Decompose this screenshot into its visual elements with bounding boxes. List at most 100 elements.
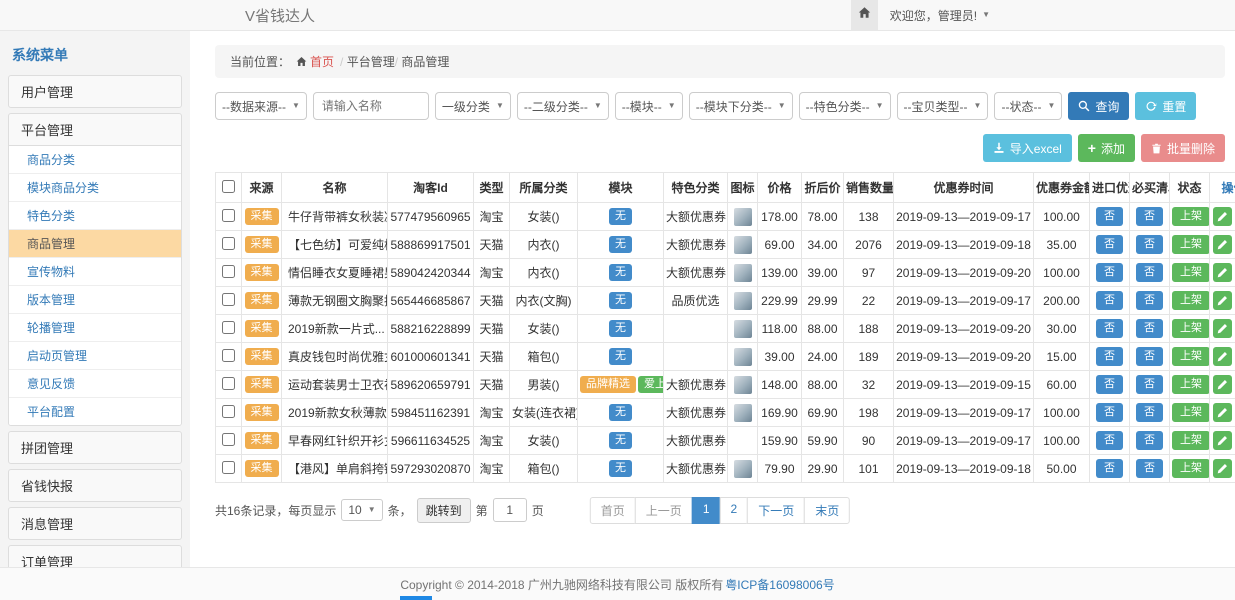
sidebar-subitem[interactable]: 宣传物料: [9, 258, 181, 286]
filter-select[interactable]: 一级分类▼: [435, 92, 511, 120]
sidebar-subitem[interactable]: 商品分类: [9, 146, 181, 174]
edit-button[interactable]: [1213, 235, 1232, 254]
status-button[interactable]: 上架: [1172, 347, 1210, 365]
import-select-toggle[interactable]: 否: [1096, 375, 1123, 393]
sidebar-item[interactable]: 订单管理: [9, 546, 181, 567]
edit-button[interactable]: [1213, 263, 1232, 282]
user-menu[interactable]: 欢迎您，管理员! ▼: [890, 7, 990, 24]
import-select-toggle[interactable]: 否: [1096, 235, 1123, 253]
row-checkbox[interactable]: [222, 461, 235, 474]
row-checkbox[interactable]: [222, 293, 235, 306]
edit-button[interactable]: [1213, 347, 1232, 366]
must-buy-toggle[interactable]: 否: [1136, 207, 1163, 225]
must-buy-toggle[interactable]: 否: [1136, 347, 1163, 365]
row-checkbox[interactable]: [222, 377, 235, 390]
import-select-toggle[interactable]: 否: [1096, 291, 1123, 309]
import-select-toggle[interactable]: 否: [1096, 403, 1123, 421]
status-button[interactable]: 上架: [1172, 459, 1210, 477]
status-button[interactable]: 上架: [1172, 431, 1210, 449]
sidebar-subitem[interactable]: 特色分类: [9, 202, 181, 230]
must-buy-toggle[interactable]: 否: [1136, 263, 1163, 281]
sidebar-subitem[interactable]: 意见反馈: [9, 370, 181, 398]
horizontal-scrollbar-thumb[interactable]: [400, 596, 432, 600]
import-select-toggle[interactable]: 否: [1096, 459, 1123, 477]
row-checkbox[interactable]: [222, 209, 235, 222]
jump-page-input[interactable]: [493, 498, 527, 522]
status-button[interactable]: 上架: [1172, 403, 1210, 421]
sidebar-item[interactable]: 用户管理: [9, 76, 181, 107]
page-button[interactable]: 2: [720, 497, 749, 524]
sidebar-item[interactable]: 消息管理: [9, 508, 181, 539]
status-cell: 上架: [1170, 287, 1210, 315]
sidebar-subitem[interactable]: 轮播管理: [9, 314, 181, 342]
filter-select[interactable]: --模块--▼: [615, 92, 683, 120]
breadcrumb-item[interactable]: 商品管理: [398, 55, 449, 69]
row-checkbox[interactable]: [222, 237, 235, 250]
page-button[interactable]: 下一页: [747, 497, 805, 524]
add-button[interactable]: + 添加: [1078, 134, 1135, 162]
must-buy-toggle[interactable]: 否: [1136, 459, 1163, 477]
row-checkbox[interactable]: [222, 349, 235, 362]
filter-select[interactable]: --模块下分类--▼: [689, 92, 793, 120]
sidebar-subitem[interactable]: 商品管理: [9, 230, 181, 258]
must-buy-toggle[interactable]: 否: [1136, 403, 1163, 421]
row-checkbox[interactable]: [222, 321, 235, 334]
sidebar-subitem[interactable]: 启动页管理: [9, 342, 181, 370]
status-button[interactable]: 上架: [1172, 263, 1210, 281]
status-button[interactable]: 上架: [1172, 207, 1210, 225]
page-button[interactable]: 末页: [804, 497, 850, 524]
jump-button[interactable]: 跳转到: [417, 498, 471, 523]
row-checkbox[interactable]: [222, 265, 235, 278]
status-button[interactable]: 上架: [1172, 235, 1210, 253]
filter-select[interactable]: --状态--▼: [994, 92, 1062, 120]
breadcrumb-item[interactable]: 平台管理: [343, 55, 394, 69]
import-select-toggle[interactable]: 否: [1096, 347, 1123, 365]
edit-button[interactable]: [1213, 291, 1232, 310]
must-buy-toggle[interactable]: 否: [1136, 375, 1163, 393]
sidebar-subitem[interactable]: 平台配置: [9, 398, 181, 425]
name-search-input[interactable]: [313, 92, 429, 120]
import-excel-button[interactable]: 导入excel: [983, 134, 1072, 162]
page-button[interactable]: 上一页: [635, 497, 693, 524]
import-select-toggle[interactable]: 否: [1096, 207, 1123, 225]
edit-button[interactable]: [1213, 319, 1232, 338]
page-size-select[interactable]: 10 ▼: [341, 499, 382, 521]
edit-button[interactable]: [1213, 459, 1232, 478]
must-buy-toggle[interactable]: 否: [1136, 319, 1163, 337]
edit-button[interactable]: [1213, 431, 1232, 450]
must-buy-toggle[interactable]: 否: [1136, 235, 1163, 253]
special-category-cell: [664, 343, 728, 371]
breadcrumb-home-link[interactable]: 首页: [296, 53, 334, 70]
batch-delete-button[interactable]: 批量删除: [1141, 134, 1225, 162]
module-cell: 无: [578, 287, 664, 315]
import-select-toggle[interactable]: 否: [1096, 431, 1123, 449]
sidebar-item[interactable]: 平台管理: [9, 114, 181, 145]
filter-select[interactable]: --宝贝类型--▼: [897, 92, 989, 120]
filter-select[interactable]: --特色分类--▼: [799, 92, 891, 120]
sidebar-subitem[interactable]: 模块商品分类: [9, 174, 181, 202]
row-checkbox[interactable]: [222, 433, 235, 446]
edit-button[interactable]: [1213, 375, 1232, 394]
must-buy-toggle[interactable]: 否: [1136, 291, 1163, 309]
import-select-toggle[interactable]: 否: [1096, 263, 1123, 281]
sidebar-subitem[interactable]: 版本管理: [9, 286, 181, 314]
search-button[interactable]: 查询: [1068, 92, 1129, 120]
status-button[interactable]: 上架: [1172, 291, 1210, 309]
page-button[interactable]: 首页: [590, 497, 636, 524]
filter-select[interactable]: --二级分类--▼: [517, 92, 609, 120]
status-button[interactable]: 上架: [1172, 319, 1210, 337]
page-button[interactable]: 1: [692, 497, 721, 524]
icp-link[interactable]: 粤ICP备16098006号: [725, 576, 834, 593]
edit-button[interactable]: [1213, 207, 1232, 226]
sidebar-item[interactable]: 拼团管理: [9, 432, 181, 463]
reset-button[interactable]: 重置: [1135, 92, 1196, 120]
filter-select[interactable]: --数据来源--▼: [215, 92, 307, 120]
import-select-toggle[interactable]: 否: [1096, 319, 1123, 337]
sidebar-item[interactable]: 省钱快报: [9, 470, 181, 501]
row-checkbox[interactable]: [222, 405, 235, 418]
select-all-checkbox[interactable]: [222, 180, 235, 193]
must-buy-toggle[interactable]: 否: [1136, 431, 1163, 449]
status-button[interactable]: 上架: [1172, 375, 1210, 393]
home-button[interactable]: [851, 0, 878, 30]
edit-button[interactable]: [1213, 403, 1232, 422]
